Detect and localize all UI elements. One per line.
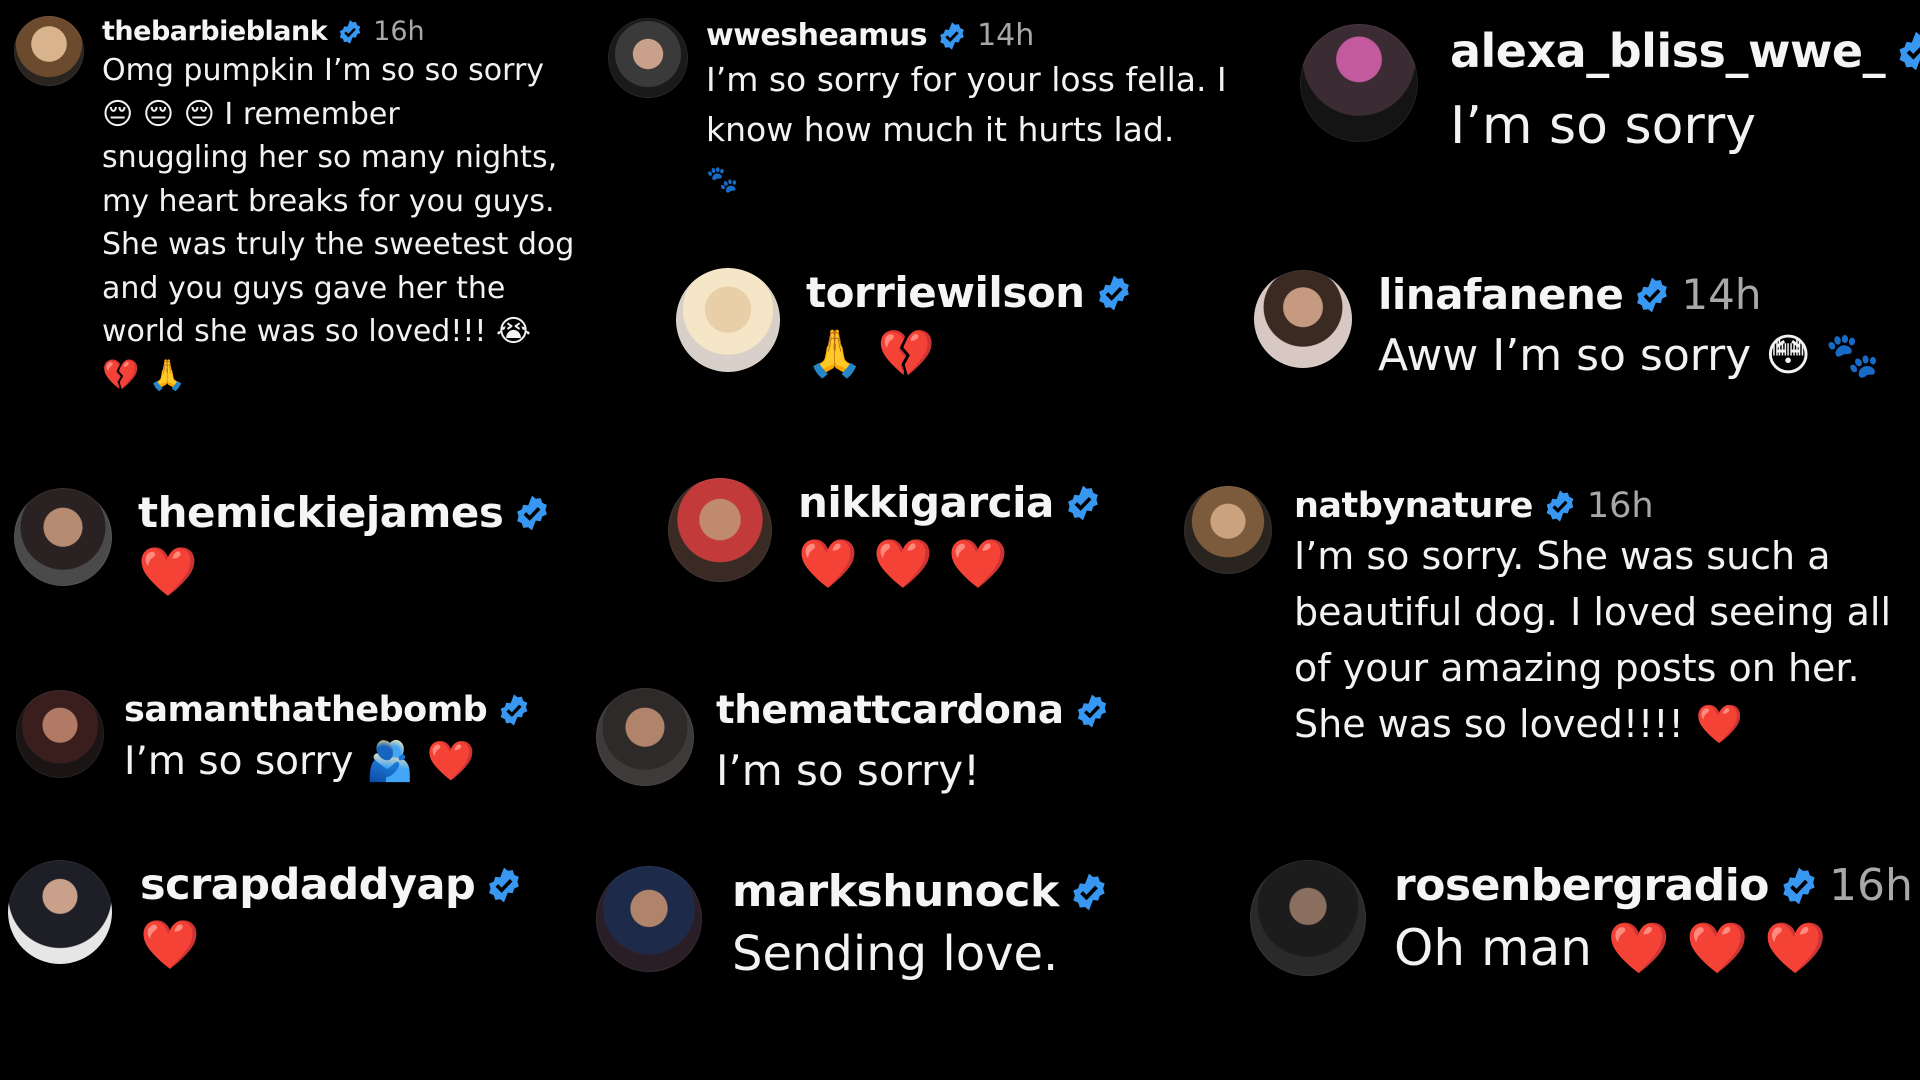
avatar[interactable] — [14, 16, 84, 86]
username[interactable]: natbynature — [1294, 486, 1533, 526]
verified-badge-icon — [489, 867, 520, 903]
username[interactable]: markshunock — [732, 866, 1059, 917]
verified-badge-icon — [1783, 867, 1815, 904]
comment-wwesheamus: wwesheamus 14h I’m so sorry for your los… — [608, 18, 1227, 205]
comment-text: I’m so sorry. She was such a beautiful d… — [1294, 534, 1892, 746]
username[interactable]: nikkigarcia — [798, 478, 1054, 527]
comment-text: Omg pumpkin I’m so so sorry 😔 😔 😔 I reme… — [102, 53, 575, 393]
verified-badge-icon — [1546, 490, 1574, 522]
verified-badge-icon — [1899, 31, 1920, 71]
comment-samanthathebomb: samanthathebomb I’m so sorry 🫂 ❤️ — [16, 690, 531, 787]
comment-alexa-bliss-wwe: alexa_bliss_wwe_ I’m so sorry — [1300, 24, 1920, 161]
avatar[interactable] — [676, 268, 780, 372]
comment-thebarbieblank: thebarbieblank 16h Omg pumpkin I’m so so… — [14, 16, 574, 397]
verified-badge-icon — [1637, 277, 1668, 312]
comment-text: Aww I’m so sorry 😳 🐾 — [1378, 330, 1880, 381]
username[interactable]: themickiejames — [138, 488, 504, 537]
avatar[interactable] — [1184, 486, 1272, 574]
comment-text: Sending love. — [732, 926, 1059, 982]
timestamp: 16h — [1586, 486, 1654, 526]
comment-rosenbergradio: rosenbergradio 16h Oh man ❤️ ❤️ ❤️ — [1250, 860, 1913, 981]
username[interactable]: themattcardona — [716, 688, 1064, 733]
avatar[interactable] — [14, 488, 112, 586]
comment-text: ❤️ — [140, 917, 200, 973]
comment-text: I’m so sorry! — [716, 746, 980, 795]
username[interactable]: wwesheamus — [706, 18, 928, 53]
comment-markshunock: markshunock Sending love. — [596, 866, 1109, 986]
comment-themickiejames: themickiejames ❤️ — [14, 488, 551, 604]
verified-badge-icon — [1098, 275, 1129, 310]
comment-text: ❤️ ❤️ ❤️ — [798, 536, 1008, 592]
comment-text: Oh man ❤️ ❤️ ❤️ — [1394, 919, 1827, 977]
comment-natbynature: natbynature 16h I’m so sorry. She was su… — [1184, 486, 1891, 752]
avatar[interactable] — [16, 690, 104, 778]
verified-badge-icon — [1077, 694, 1106, 727]
verified-badge-icon — [940, 21, 964, 50]
comment-scrapdaddyap: scrapdaddyap ❤️ — [8, 860, 523, 977]
verified-badge-icon — [500, 694, 528, 726]
timestamp: 14h — [977, 18, 1035, 53]
avatar[interactable] — [596, 688, 694, 786]
avatar[interactable] — [1250, 860, 1366, 976]
timestamp: 16h — [373, 16, 425, 47]
verified-badge-icon — [1067, 485, 1098, 520]
comment-torriewilson: torriewilson 🙏 💔 — [676, 268, 1133, 384]
username[interactable]: torriewilson — [806, 268, 1085, 317]
avatar[interactable] — [668, 478, 772, 582]
comment-text: I’m so sorry for your loss fella. I know… — [706, 60, 1227, 195]
verified-badge-icon — [340, 19, 361, 44]
username[interactable]: thebarbieblank — [102, 16, 328, 47]
comment-nikkigarcia: nikkigarcia ❤️ ❤️ ❤️ — [668, 478, 1102, 596]
username[interactable]: scrapdaddyap — [140, 860, 476, 910]
username[interactable]: rosenbergradio — [1394, 860, 1770, 911]
verified-badge-icon — [1073, 873, 1105, 910]
username[interactable]: samanthathebomb — [124, 690, 488, 730]
avatar[interactable] — [1254, 270, 1352, 368]
verified-badge-icon — [517, 495, 548, 530]
username[interactable]: linafanene — [1378, 270, 1624, 319]
comment-themattcardona: themattcardona I’m so sorry! — [596, 688, 1110, 798]
avatar[interactable] — [1300, 24, 1418, 142]
comment-linafanene: linafanene 14h Aww I’m so sorry 😳 🐾 — [1254, 270, 1880, 385]
avatar[interactable] — [596, 866, 702, 972]
timestamp: 14h — [1681, 270, 1762, 319]
comment-text: I’m so sorry — [1450, 96, 1757, 156]
comment-text: 🙏 💔 — [806, 326, 936, 380]
timestamp: 16h — [1829, 860, 1913, 911]
comment-text: ❤️ — [138, 544, 198, 600]
comment-text: I’m so sorry 🫂 ❤️ — [124, 739, 476, 784]
username[interactable]: alexa_bliss_wwe_ — [1450, 24, 1886, 78]
avatar[interactable] — [8, 860, 112, 964]
avatar[interactable] — [608, 18, 688, 98]
